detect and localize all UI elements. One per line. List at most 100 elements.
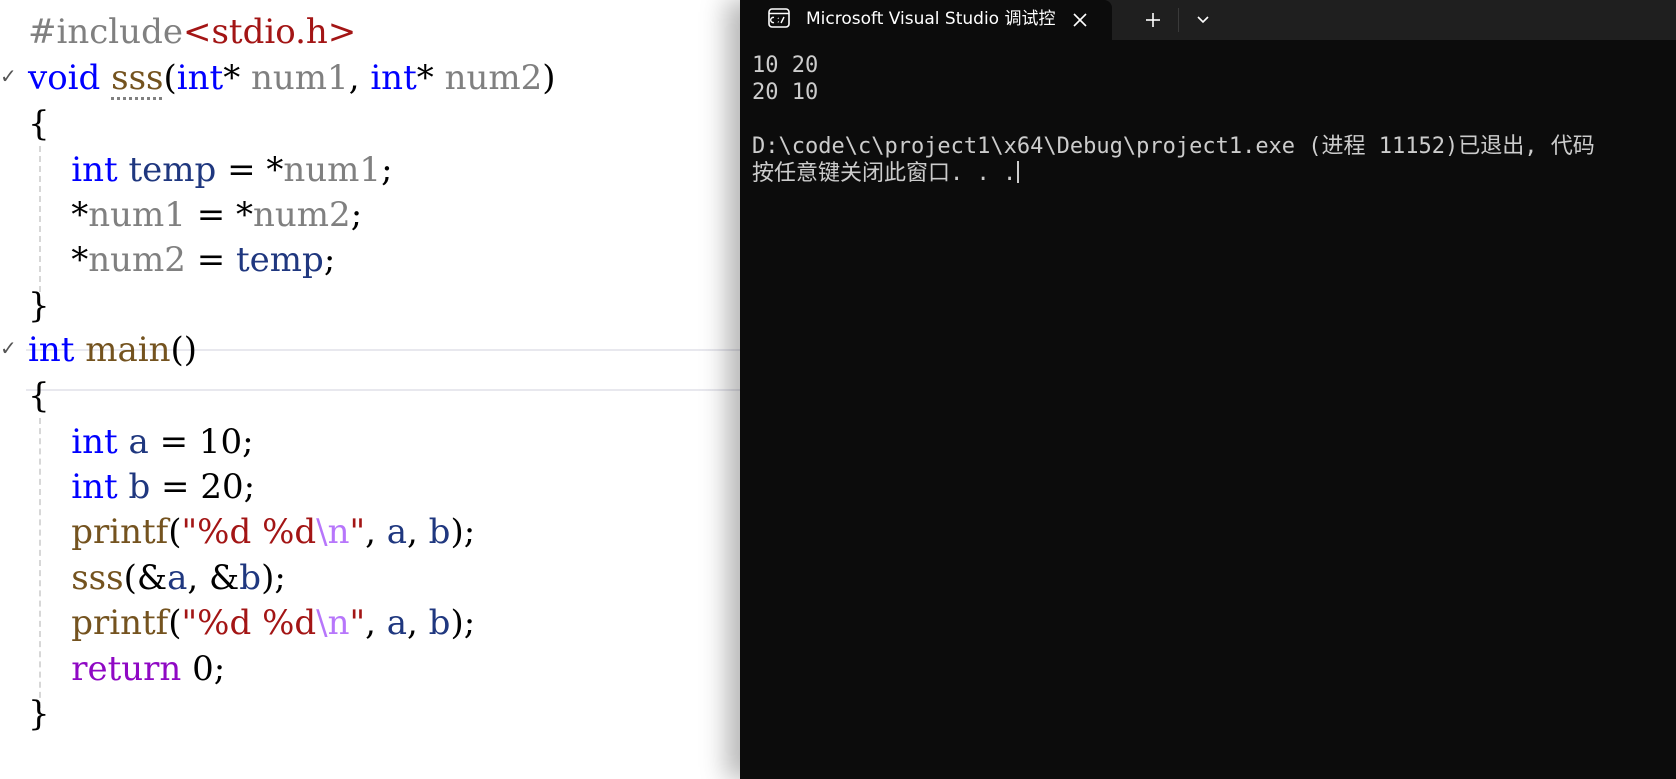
code-token: num1 [88, 195, 186, 235]
code-token: , [407, 512, 429, 552]
code-token: ) [542, 58, 556, 98]
console-icon [768, 8, 790, 28]
code-token: \n [316, 603, 350, 643]
code-token: b [239, 558, 262, 598]
debug-console-window: Microsoft Visual Studio 调试控 10 20 20 10 … [740, 0, 1676, 779]
code-line: *num1 = *num2; [28, 191, 362, 239]
code-token: ); [450, 603, 476, 643]
code-token: b [428, 603, 451, 643]
code-token: = * [185, 195, 254, 235]
chevron-down-icon[interactable] [1186, 6, 1220, 34]
code-token: b [128, 467, 151, 507]
code-token: "%d %d [181, 512, 317, 552]
code-token: temp [128, 150, 217, 190]
code-token: printf [71, 603, 169, 643]
terminal-output[interactable]: 10 20 20 10 D:\code\c\project1\x64\Debug… [752, 52, 1672, 187]
code-token: main [85, 330, 171, 370]
code-token: int [71, 467, 118, 507]
terminal-tab[interactable]: Microsoft Visual Studio 调试控 [740, 0, 1112, 40]
code-line: *num2 = temp; [28, 236, 335, 284]
close-icon[interactable] [1066, 6, 1094, 34]
code-token: #include [28, 12, 183, 52]
code-token: sss [71, 558, 124, 598]
code-token: "%d %d [181, 603, 317, 643]
code-token: num2 [253, 195, 351, 235]
desktop-screen: ✓ ✓ #include<stdio.h> void sss(int* num1,… [0, 0, 1676, 779]
code-token: return [71, 649, 182, 689]
code-token: a [167, 558, 188, 598]
code-line: printf("%d %d\n", a, b); [28, 599, 475, 647]
code-token: <stdio.h> [182, 12, 357, 52]
code-line: #include<stdio.h> [28, 8, 356, 56]
code-line: } [28, 690, 50, 738]
code-token: " [349, 512, 366, 552]
code-token: int [71, 150, 118, 190]
code-line: int main() [28, 326, 197, 374]
code-line: int b = 20; [28, 463, 255, 511]
code-token: = [185, 240, 237, 280]
code-token: , [348, 58, 371, 98]
code-line: int temp = *num1; [28, 146, 392, 194]
code-token: int [176, 58, 224, 98]
output-line-prompt: 按任意键关闭此窗口. . . [752, 160, 1672, 187]
code-token: ; [350, 195, 363, 235]
terminal-tab-title: Microsoft Visual Studio 调试控 [806, 9, 1056, 29]
code-token: a [128, 422, 149, 462]
code-token: b [428, 512, 451, 552]
code-token: } [28, 694, 50, 734]
code-token: num1 [251, 58, 349, 98]
code-token: ( [168, 512, 182, 552]
code-token: temp [236, 240, 324, 280]
fold-marker-sss[interactable]: ✓ [0, 64, 17, 88]
code-token: a [386, 512, 408, 552]
code-line: printf("%d %d\n", a, b); [28, 508, 475, 556]
code-token: , [407, 603, 429, 643]
code-line: return 0; [28, 645, 225, 693]
output-line: 20 10 [752, 80, 819, 105]
code-token: , [365, 512, 387, 552]
code-token: sss [111, 58, 164, 98]
fold-marker-main[interactable]: ✓ [0, 336, 17, 360]
code-token: 0; [181, 649, 226, 689]
prompt-text: 按任意键关闭此窗口. . . [752, 161, 1017, 186]
code-token: * [28, 240, 89, 280]
code-line: { [28, 100, 50, 148]
titlebar-divider [1178, 8, 1179, 32]
code-token: num2 [88, 240, 186, 280]
code-token: * [416, 58, 445, 98]
code-token: { [28, 104, 50, 144]
code-token: a [386, 603, 408, 643]
code-line: { [28, 372, 50, 420]
code-line: } [28, 282, 50, 330]
code-line: sss(&a, &b); [28, 554, 286, 602]
plus-icon[interactable] [1136, 6, 1170, 34]
code-token: num1 [283, 150, 382, 190]
terminal-titlebar: Microsoft Visual Studio 调试控 [740, 0, 1676, 40]
text-cursor [1017, 161, 1020, 183]
code-token: * [28, 195, 89, 235]
output-line: 10 20 [752, 53, 819, 78]
code-token: , & [187, 558, 240, 598]
code-token: \n [316, 512, 350, 552]
code-editor[interactable]: ✓ ✓ #include<stdio.h> void sss(int* num1,… [0, 0, 740, 779]
code-token: int [28, 330, 75, 370]
code-token: , [365, 603, 387, 643]
code-token: void [28, 58, 101, 98]
code-token: { [28, 376, 50, 416]
code-token: int [370, 58, 417, 98]
output-line: D:\code\c\project1\x64\Debug\project1.ex… [752, 134, 1595, 159]
code-line: void sss(int* num1, int* num2) [28, 54, 556, 102]
code-token: = * [216, 150, 284, 190]
